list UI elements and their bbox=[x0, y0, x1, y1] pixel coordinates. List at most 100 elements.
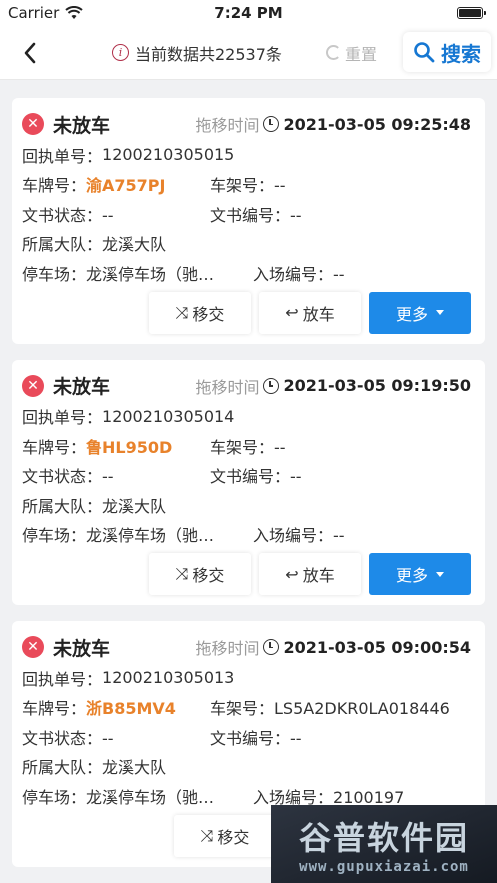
data-count-info: i 当前数据共22537条 bbox=[112, 41, 282, 65]
shuffle-icon: ⤨ bbox=[175, 302, 189, 322]
tow-time-label: 拖移时间 bbox=[195, 116, 260, 135]
transfer-button[interactable]: ⤨ 移交 bbox=[149, 553, 251, 595]
doc-status-value: -- bbox=[102, 467, 114, 487]
undo-icon: ↩ bbox=[285, 564, 299, 584]
entry-no-label: 入场编号： bbox=[253, 526, 334, 546]
lot-label: 停车场： bbox=[22, 264, 87, 284]
doc-status-value: -- bbox=[102, 728, 114, 748]
info-icon: i bbox=[112, 44, 129, 61]
plate-no-label: 车牌号： bbox=[22, 699, 87, 719]
receipt-no-value: 1200210305014 bbox=[102, 406, 235, 426]
doc-no-label: 文书编号： bbox=[210, 467, 291, 487]
watermark-logo: 谷普软件园 www.gupuxiazai.com bbox=[271, 805, 497, 883]
watermark-name: 谷普软件园 bbox=[298, 819, 469, 857]
brigade-value: 龙溪大队 bbox=[102, 758, 167, 778]
reset-button[interactable]: 重置 bbox=[326, 41, 377, 65]
record-card[interactable]: ✕ 未放车 拖移时间 2021-03-05 09:25:48 回执单号： 120… bbox=[12, 98, 485, 344]
doc-status-value: -- bbox=[102, 205, 114, 225]
doc-no-label: 文书编号： bbox=[210, 205, 291, 225]
lot-value: 龙溪停车场（驰… bbox=[86, 264, 215, 284]
receipt-no-label: 回执单号： bbox=[22, 669, 103, 689]
frame-no-label: 车架号： bbox=[210, 437, 275, 457]
chevron-left-icon bbox=[24, 42, 36, 63]
brigade-value: 龙溪大队 bbox=[102, 235, 167, 255]
data-count-text: 当前数据共22537条 bbox=[135, 44, 282, 64]
plate-no-label: 车牌号： bbox=[22, 176, 87, 196]
receipt-no-value: 1200210305015 bbox=[102, 145, 235, 165]
receipt-no-value: 1200210305013 bbox=[102, 668, 235, 688]
tow-time-label: 拖移时间 bbox=[195, 377, 260, 397]
close-circle-icon: ✕ bbox=[22, 636, 44, 658]
release-button[interactable]: ↩ 放车 bbox=[259, 291, 361, 334]
lot-label: 停车场： bbox=[22, 526, 87, 546]
tow-time-value: 2021-03-05 09:25:48 bbox=[283, 114, 471, 134]
entry-no-value: -- bbox=[333, 264, 345, 284]
more-button[interactable]: 更多 bbox=[369, 553, 471, 595]
shuffle-icon: ⤨ bbox=[200, 825, 214, 845]
clock-time: 7:24 PM bbox=[214, 4, 283, 22]
plate-no-value: 浙B85MV4 bbox=[86, 699, 176, 719]
plate-no-label: 车牌号： bbox=[22, 437, 87, 457]
frame-no-value: -- bbox=[274, 176, 286, 196]
entry-no-value: 2100197 bbox=[333, 787, 405, 807]
caret-down-icon bbox=[436, 310, 444, 315]
search-icon bbox=[414, 42, 435, 63]
undo-icon: ↩ bbox=[285, 303, 299, 322]
doc-no-value: -- bbox=[290, 467, 302, 487]
brigade-label: 所属大队： bbox=[22, 496, 103, 516]
receipt-no-label: 回执单号： bbox=[22, 146, 103, 166]
doc-status-label: 文书状态： bbox=[22, 205, 103, 225]
transfer-button[interactable]: ⤨ 移交 bbox=[174, 814, 276, 857]
doc-status-label: 文书状态： bbox=[22, 467, 103, 487]
tow-time-value: 2021-03-05 09:19:50 bbox=[283, 376, 471, 395]
close-circle-icon: ✕ bbox=[22, 113, 44, 135]
back-button[interactable] bbox=[8, 31, 52, 75]
release-label: 放车 bbox=[302, 566, 335, 585]
clock-icon bbox=[263, 116, 280, 132]
doc-no-value: -- bbox=[290, 728, 302, 748]
entry-no-label: 入场编号： bbox=[253, 787, 334, 807]
clock-icon bbox=[263, 377, 280, 394]
status-bar: Carrier 7:24 PM bbox=[0, 0, 497, 26]
frame-no-value: LS5A2DKR0LA018446 bbox=[274, 699, 450, 719]
release-label: 放车 bbox=[302, 304, 335, 324]
frame-no-label: 车架号： bbox=[210, 699, 275, 719]
nav-bar: i 当前数据共22537条 重置 搜索 bbox=[0, 26, 497, 80]
receipt-no-label: 回执单号： bbox=[22, 408, 103, 428]
caret-down-icon bbox=[436, 571, 444, 577]
shuffle-icon: ⤨ bbox=[175, 564, 189, 583]
frame-no-label: 车架号： bbox=[210, 176, 275, 196]
record-list: ✕ 未放车 拖移时间 2021-03-05 09:25:48 回执单号： 120… bbox=[0, 80, 497, 867]
more-button[interactable]: 更多 bbox=[369, 291, 471, 334]
doc-status-label: 文书状态： bbox=[22, 728, 103, 748]
tow-time-label: 拖移时间 bbox=[195, 639, 260, 658]
search-button[interactable]: 搜索 bbox=[403, 32, 491, 72]
more-label: 更多 bbox=[395, 304, 428, 324]
refresh-icon bbox=[326, 45, 341, 60]
record-card[interactable]: ✕ 未放车 拖移时间 2021-03-05 09:19:50 回执单号： 120… bbox=[12, 359, 485, 605]
frame-no-value: -- bbox=[274, 437, 286, 457]
close-circle-icon: ✕ bbox=[22, 374, 44, 397]
clock-icon bbox=[263, 639, 280, 655]
search-label: 搜索 bbox=[441, 41, 481, 66]
lot-value: 龙溪停车场（驰… bbox=[86, 526, 215, 546]
plate-no-value: 渝A757PJ bbox=[86, 176, 166, 196]
entry-no-label: 入场编号： bbox=[253, 264, 334, 284]
doc-no-value: -- bbox=[290, 205, 302, 225]
brigade-label: 所属大队： bbox=[22, 758, 103, 778]
lot-label: 停车场： bbox=[22, 787, 87, 807]
plate-no-value: 鲁HL950D bbox=[86, 437, 173, 457]
lot-value: 龙溪停车场（驰… bbox=[86, 787, 215, 807]
release-button[interactable]: ↩ 放车 bbox=[259, 553, 361, 595]
transfer-label: 移交 bbox=[192, 304, 225, 324]
battery-icon bbox=[457, 7, 486, 19]
release-status: 未放车 bbox=[53, 637, 111, 660]
transfer-button[interactable]: ⤨ 移交 bbox=[149, 291, 251, 334]
tow-time-value: 2021-03-05 09:00:54 bbox=[283, 637, 471, 657]
brigade-label: 所属大队： bbox=[22, 235, 103, 255]
reset-label: 重置 bbox=[345, 44, 378, 64]
release-status: 未放车 bbox=[53, 376, 111, 398]
brigade-value: 龙溪大队 bbox=[102, 496, 167, 516]
watermark-url: www.gupuxiazai.com bbox=[299, 859, 469, 875]
transfer-label: 移交 bbox=[192, 566, 225, 585]
